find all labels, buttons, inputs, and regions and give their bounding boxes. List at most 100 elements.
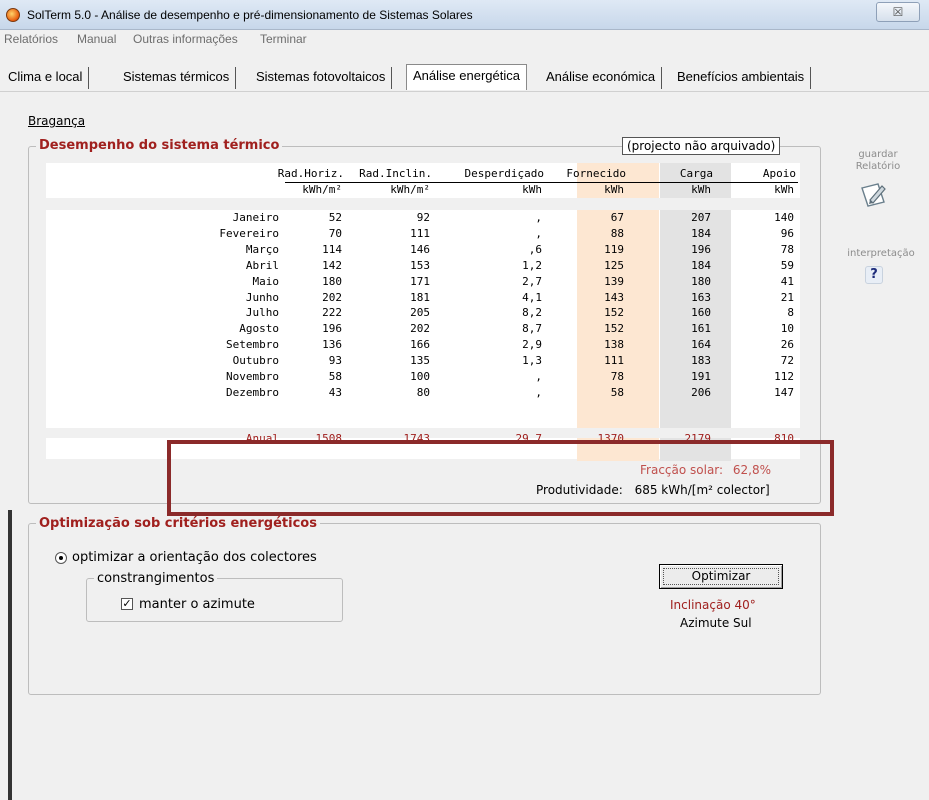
table-cell: 184 — [691, 259, 711, 272]
table-cell: 52 — [328, 211, 342, 224]
table-cell: , — [535, 227, 542, 240]
row-month: Novembro — [226, 370, 279, 383]
window-edge — [8, 510, 12, 800]
optimize-button[interactable]: Optimizar — [659, 564, 783, 589]
table-cell: 206 — [691, 386, 711, 399]
result-inclination: Inclinação 40° — [670, 598, 756, 612]
table-cell: 1,3 — [522, 354, 542, 367]
table-cell: 10 — [780, 322, 794, 335]
solar-fraction-label: Fracção solar: — [640, 463, 724, 477]
result-azimuth: Azimute Sul — [680, 616, 752, 630]
table-cell: 4,1 — [522, 291, 542, 304]
menu-outras-informacoes[interactable]: Outras informações — [133, 32, 238, 46]
row-month: Abril — [245, 259, 279, 272]
table-cell: 142 — [322, 259, 342, 272]
column-unit: kWh/m² — [302, 183, 342, 196]
table-cell: 67 — [610, 211, 624, 224]
help-icon[interactable]: ? — [865, 266, 883, 284]
table-cell: 196 — [691, 243, 711, 256]
column-unit: kWh — [691, 183, 711, 196]
title-bar[interactable]: SolTerm 5.0 - Análise de desempenho e pr… — [0, 0, 929, 30]
table-cell: 147 — [774, 386, 794, 399]
table-cell: 180 — [322, 275, 342, 288]
tab-clima-e-local[interactable]: Clima e local — [2, 67, 90, 89]
table-cell: 180 — [691, 275, 711, 288]
keep-azimuth-checkbox[interactable]: ✓ — [121, 598, 133, 610]
table-cell: 26 — [780, 338, 794, 351]
tab-beneficios-ambientais[interactable]: Benefícios ambientais — [671, 67, 812, 89]
performance-title: Desempenho do sistema térmico — [36, 138, 283, 153]
interpretation-label[interactable]: interpretação — [846, 248, 916, 259]
table-cell: 202 — [410, 322, 430, 335]
tab-analise-energetica[interactable]: Análise energética — [406, 64, 527, 90]
table-cell: 88 — [610, 227, 624, 240]
table-cell: 222 — [322, 306, 342, 319]
solar-fraction-value: 62,8% — [732, 463, 772, 477]
table-cell: ,6 — [528, 243, 542, 256]
tab-bar: Clima e local Sistemas térmicos Sistemas… — [0, 49, 929, 92]
table-cell: 139 — [604, 275, 624, 288]
table-cell: 70 — [328, 227, 342, 240]
menu-terminar[interactable]: Terminar — [260, 32, 307, 46]
table-cell: , — [535, 386, 542, 399]
column-header: Desperdiçado — [464, 167, 544, 180]
row-month: Fevereiro — [219, 227, 279, 240]
window-title: SolTerm 5.0 - Análise de desempenho e pr… — [27, 8, 473, 22]
notepad-pen-icon[interactable] — [858, 180, 888, 210]
column-header: Rad.Inclin. — [359, 167, 432, 180]
table-cell: 135 — [410, 354, 430, 367]
table-cell: 8,7 — [522, 322, 542, 335]
column-unit: kWh — [604, 183, 624, 196]
table-cell: 43 — [328, 386, 342, 399]
table-cell: 138 — [604, 338, 624, 351]
menu-relatorios[interactable]: Relatórios — [4, 32, 58, 46]
table-cell: 100 — [410, 370, 430, 383]
table-cell: 181 — [410, 291, 430, 304]
table-cell: 205 — [410, 306, 430, 319]
table-cell: 80 — [416, 386, 430, 399]
productivity-value: 685 kWh/[m² colector] — [634, 483, 770, 497]
table-cell: , — [535, 370, 542, 383]
row-month: Janeiro — [232, 211, 279, 224]
table-cell: 8,2 — [522, 306, 542, 319]
table-cell: 161 — [691, 322, 711, 335]
highlight-annotation — [167, 440, 834, 516]
column-header: Rad.Horiz. — [277, 167, 344, 180]
table-cell: 72 — [780, 354, 794, 367]
optimize-button-label: Optimizar — [691, 569, 751, 583]
row-month: Setembro — [226, 338, 279, 351]
tab-sistemas-termicos[interactable]: Sistemas térmicos — [117, 67, 237, 89]
optimize-orientation-radio[interactable] — [55, 552, 67, 564]
optimize-orientation-label[interactable]: optimizar a orientação dos colectores — [72, 550, 317, 565]
column-header: Carga — [679, 167, 713, 180]
solar-fraction: Fracção solar: 62,8% — [640, 463, 771, 477]
row-month: Outubro — [232, 354, 279, 367]
table-cell: 58 — [610, 386, 624, 399]
tab-analise-economica[interactable]: Análise económica — [540, 67, 663, 89]
table-separator — [46, 198, 800, 210]
table-cell: 143 — [604, 291, 624, 304]
constraints-title: constrangimentos — [94, 571, 218, 586]
close-button[interactable]: ☒ — [876, 2, 920, 22]
column-header: Apoio — [762, 167, 796, 180]
menu-manual[interactable]: Manual — [77, 32, 116, 46]
column-unit: kWh/m² — [390, 183, 430, 196]
table-cell: 160 — [691, 306, 711, 319]
table-cell: 136 — [322, 338, 342, 351]
row-month: Maio — [252, 275, 280, 288]
table-cell: 152 — [604, 306, 624, 319]
row-month: Março — [245, 243, 279, 256]
table-cell: 114 — [322, 243, 342, 256]
row-month: Junho — [245, 291, 279, 304]
table-cell: 21 — [780, 291, 794, 304]
table-cell: 112 — [774, 370, 794, 383]
tab-sistemas-fotovoltaicos[interactable]: Sistemas fotovoltaicos — [250, 67, 393, 89]
save-report-label[interactable]: guardar Relatório — [848, 149, 908, 173]
row-month: Agosto — [239, 322, 279, 335]
keep-azimuth-label[interactable]: manter o azimute — [139, 597, 255, 612]
table-cell: 2,7 — [522, 275, 542, 288]
productivity-label: Produtividade: — [536, 483, 623, 497]
location-link[interactable]: Bragança — [28, 114, 85, 128]
table-cell: 2,9 — [522, 338, 542, 351]
table-cell: 96 — [780, 227, 794, 240]
